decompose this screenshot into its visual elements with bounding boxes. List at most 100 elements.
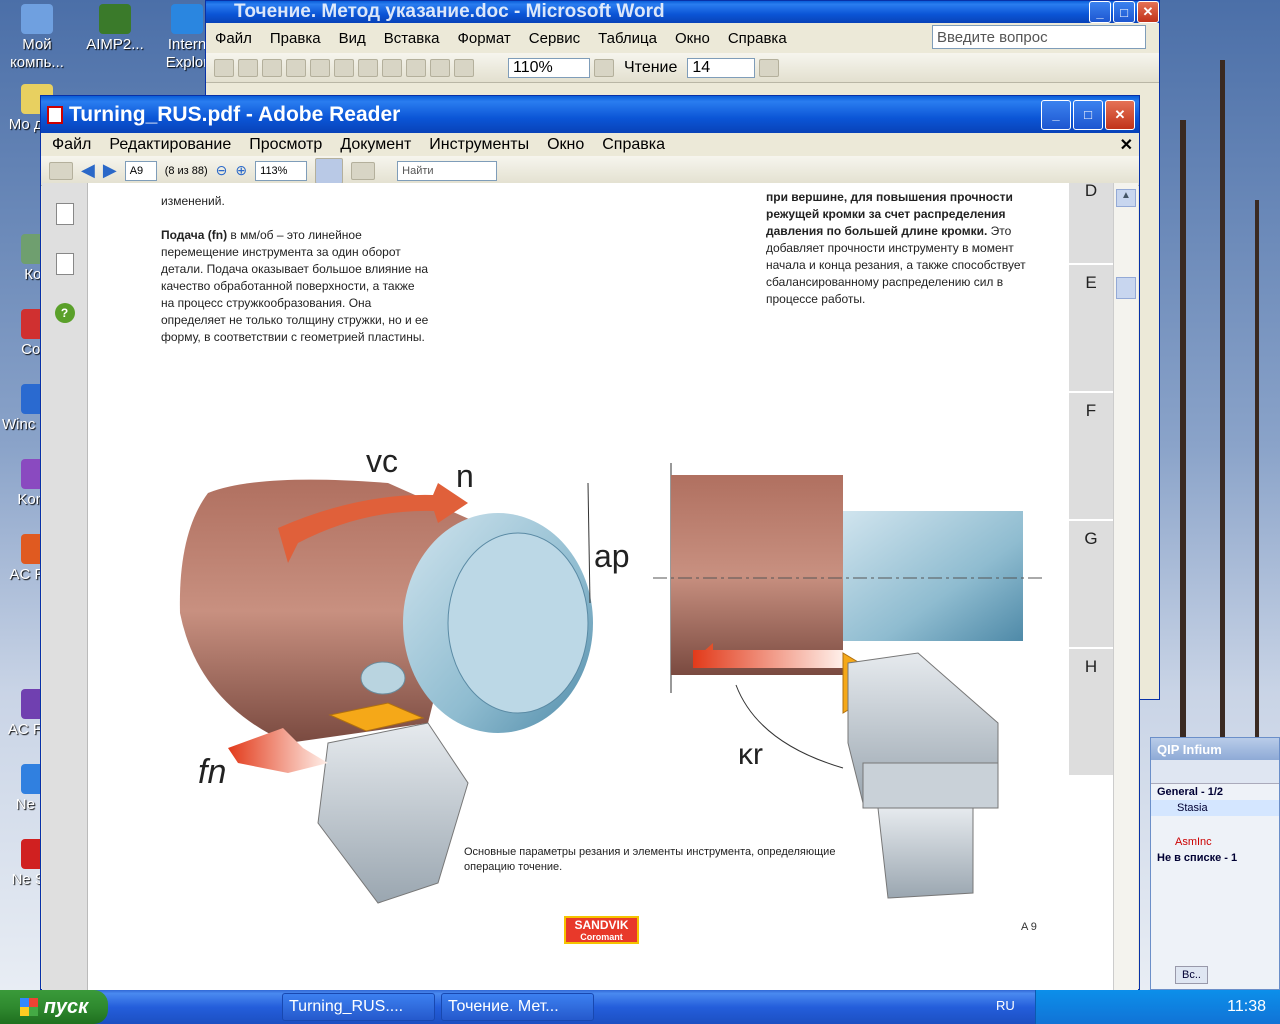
system-tray: 11:38 [1035,990,1280,1024]
menu-item[interactable]: Файл [43,136,100,154]
columns-icon[interactable] [454,58,474,77]
print-icon[interactable] [286,58,306,77]
print-icon[interactable] [49,161,73,180]
word-titlebar[interactable]: Точение. Метод указание.doc - Microsoft … [206,1,1159,23]
section-tab[interactable]: D [1069,183,1113,265]
section-tab[interactable]: E [1069,265,1113,393]
open-icon[interactable] [238,58,258,77]
align-icon[interactable] [759,58,780,77]
desktop-icon[interactable]: Мой компь... [2,4,72,72]
reader-titlebar[interactable]: Turning_RUS.pdf - Adobe Reader _ □ ✕ [41,96,1139,133]
word-toolbar: 110% Чтение 14 [206,53,1159,83]
right-workpiece [671,475,1023,675]
reading-button[interactable]: Чтение [624,59,677,77]
taskbar-reader[interactable]: Turning_RUS.... [282,993,435,1021]
menu-item[interactable]: Инструменты [420,136,538,154]
figure-caption: Основные параметры резания и элементы ин… [464,846,836,873]
page-count: (8 из 88) [164,164,208,177]
menu-item[interactable]: Вставка [375,30,449,47]
help-icon[interactable]: ? [54,303,75,323]
qip-group-offlist[interactable]: Не в списке - 1 [1151,850,1279,866]
minimize-icon[interactable]: _ [1041,99,1071,130]
close-icon[interactable]: ✕ [1105,99,1135,130]
pdf-page: изменений. Подача (fn) в мм/об – это лин… [88,183,1113,990]
bookmarks-icon[interactable] [55,253,74,275]
new-icon[interactable] [214,58,234,77]
help-icon[interactable] [594,58,614,77]
qip-titlebar: QIP Infium [1151,738,1279,760]
fit-width-icon[interactable] [315,157,344,184]
right-tool [847,652,999,899]
clock: 11:38 [1227,998,1266,1015]
vertical-scrollbar[interactable]: ▲ [1113,183,1138,990]
save-icon[interactable] [262,58,282,77]
menu-item[interactable]: Справка [593,136,674,154]
maximize-icon[interactable]: □ [1113,1,1135,23]
zoom-out-icon[interactable]: ⊖ [216,162,228,179]
desktop-icon[interactable]: AIMP2... [80,4,150,54]
spell-icon[interactable] [310,58,330,77]
menu-item[interactable]: Правка [261,30,330,47]
redo-icon[interactable] [406,58,426,77]
menu-item[interactable]: Сервис [520,30,589,47]
tree-trunk [1220,60,1225,740]
reader-sidebar: ? [42,183,88,990]
zoom-field[interactable]: 113% [255,160,308,181]
zoom-select[interactable]: 110% [508,57,590,78]
scroll-up-icon[interactable]: ▲ [1116,189,1136,207]
menu-item[interactable]: Формат [448,30,519,47]
tree-trunk [1255,200,1259,740]
qip-contact-asminc[interactable]: AsmInc [1151,834,1279,850]
table-icon[interactable] [430,58,450,77]
tree-trunk [1180,120,1186,740]
label-ap: ap [594,538,630,574]
find-input[interactable]: Найти [397,160,498,181]
desktop-icon-image [99,4,131,34]
menu-item[interactable]: Окно [666,30,719,47]
page-field[interactable]: A9 [124,160,157,181]
section-tab[interactable]: F [1069,393,1113,521]
language-indicator[interactable]: RU [996,998,1015,1013]
pages-icon[interactable] [55,203,74,225]
doc-close-icon[interactable]: ✕ [1111,135,1139,155]
logo-bottom: Coromant [580,932,623,942]
prev-page-icon[interactable]: ◀ [81,160,95,181]
taskbar-word[interactable]: Точение. Мет... [441,993,594,1021]
menu-item[interactable]: Таблица [589,30,666,47]
undo-icon[interactable] [382,58,402,77]
section-tab[interactable]: G [1069,521,1113,649]
menu-item[interactable]: Окно [538,136,593,154]
next-page-icon[interactable]: ▶ [103,160,117,181]
qip-all-button[interactable]: Вс.. [1175,966,1208,984]
qip-contact-stasia[interactable]: Stasia [1151,800,1279,816]
start-button[interactable]: пуск [0,990,108,1024]
menu-item[interactable]: Просмотр [240,136,331,154]
minimize-icon[interactable]: _ [1089,1,1111,23]
ask-question-input[interactable]: Введите вопрос [932,25,1146,49]
qip-toolbar [1151,760,1279,784]
qip-group[interactable]: General - 1/2 [1151,784,1279,800]
word-title: Точение. Метод указание.doc - Microsoft … [234,1,665,22]
menu-item[interactable]: Файл [206,30,261,47]
qip-window[interactable]: QIP Infium General - 1/2 Stasia AsmInc Н… [1150,737,1280,990]
fit-page-icon[interactable] [351,161,376,180]
menu-item[interactable]: Вид [330,30,375,47]
scroll-thumb[interactable] [1116,277,1136,299]
paste-icon[interactable] [358,58,378,77]
label-fn: fn [198,753,227,791]
zoom-in-icon[interactable]: ⊕ [235,162,247,179]
maximize-icon[interactable]: □ [1073,99,1103,130]
cut-icon[interactable] [334,58,354,77]
menu-item[interactable]: Документ [331,136,420,154]
font-size-select[interactable]: 14 [687,57,756,78]
close-icon[interactable]: ✕ [1137,1,1159,23]
label-kr: κr [738,738,763,771]
qip-contact-spacer [1151,816,1279,834]
menu-item[interactable]: Справка [719,30,796,47]
taskbar-word-label: Точение. Мет... [448,998,559,1015]
menu-item[interactable]: Редактирование [100,136,240,154]
desktop-icon-label: AIMP2... [86,36,144,53]
sandvik-logo: SANDVIK Coromant [564,916,639,944]
section-tab[interactable]: H [1069,649,1113,777]
page-number: A 9 [1021,921,1037,933]
